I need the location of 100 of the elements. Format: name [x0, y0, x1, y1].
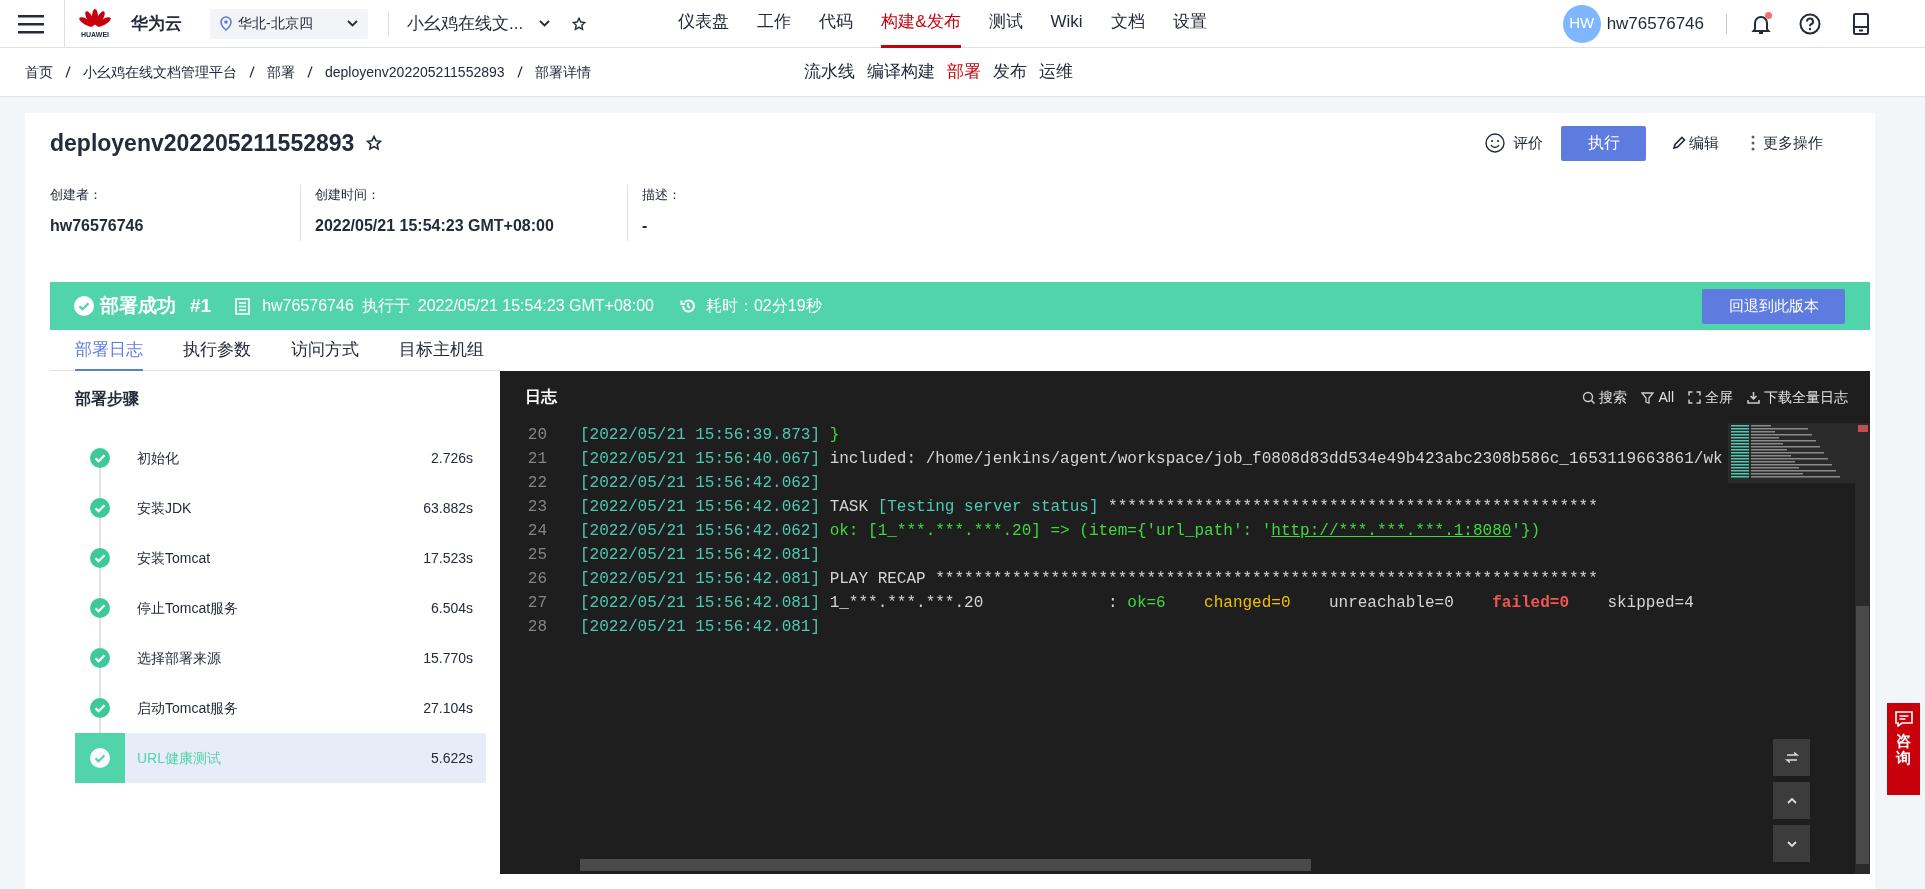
sub-nav-tab[interactable]: 流水线 [804, 59, 855, 85]
step-duration: 2.726s [430, 448, 473, 468]
step-row[interactable]: 启动Tomcat服务 27.104s [75, 683, 486, 733]
executor-name: hw76576746 [262, 296, 354, 316]
log-line: [2022/05/21 15:56:42.081] PLAY RECAP ********************************************************************* [580, 569, 1598, 590]
sub-nav-tab[interactable]: 编译构建 [867, 59, 935, 85]
log-line: [2022/05/21 15:56:42.081] [580, 617, 822, 638]
nav-tab[interactable]: 工作 [757, 0, 792, 48]
line-number: 28 [526, 617, 547, 638]
consult-button[interactable]: 咨询 [1887, 703, 1920, 795]
rollback-button[interactable]: 回退到此版本 [1702, 288, 1845, 324]
check-circle-icon [90, 448, 110, 468]
sub-nav-tab[interactable]: 运维 [1039, 59, 1073, 85]
tab[interactable]: 执行参数 [183, 330, 251, 371]
step-name: 初始化 [137, 448, 180, 468]
step-duration: 5.622s [430, 748, 473, 768]
executed-time: 2022/05/21 15:54:23 GMT+08:00 [417, 296, 654, 316]
edit-link[interactable]: 编辑 [1689, 131, 1719, 155]
line-number: 20 [526, 425, 547, 446]
step-row[interactable]: 停止Tomcat服务 6.504s [75, 583, 486, 633]
run-number: #1 [190, 293, 212, 318]
smiley-icon[interactable] [1485, 133, 1505, 153]
run-button[interactable]: 执行 [1561, 125, 1646, 161]
step-row[interactable]: 选择部署来源 15.770s [75, 633, 486, 683]
document-icon [235, 297, 251, 315]
nav-tab[interactable]: Wiki [1050, 0, 1083, 48]
nav-tab[interactable]: 代码 [819, 0, 854, 48]
tab[interactable]: 访问方式 [291, 330, 359, 371]
nav-tab[interactable]: 测试 [988, 0, 1023, 48]
tab[interactable]: 部署日志 [75, 330, 143, 371]
rate-link[interactable]: 评价 [1513, 131, 1543, 155]
brand-name: 华为云 [131, 12, 182, 35]
step-name: 安装Tomcat [137, 548, 212, 568]
field-value: - [642, 215, 649, 236]
log-line: [2022/05/21 15:56:42.062] TASK [Testing server status] *************************************************** [580, 497, 1598, 518]
breadcrumb-separator-icon [249, 66, 255, 78]
log-tool-button[interactable]: 全屏 [1688, 386, 1733, 408]
step-name: 安装JDK [137, 498, 193, 518]
nav-tab[interactable]: 设置 [1172, 0, 1207, 48]
check-circle-icon [90, 548, 110, 568]
field-value: 2022/05/21 15:54:23 GMT+08:00 [315, 215, 555, 236]
nav-tab[interactable]: 仪表盘 [678, 0, 730, 48]
more-vertical-icon[interactable] [1751, 135, 1755, 151]
step-row[interactable]: 初始化 2.726s [75, 433, 486, 483]
download-icon [1747, 390, 1760, 404]
star-icon[interactable] [572, 16, 587, 31]
step-duration: 6.504s [430, 598, 473, 618]
breadcrumb-separator-icon [307, 66, 313, 78]
menu-icon[interactable] [18, 13, 44, 34]
log-tool-button[interactable]: 下载全量日志 [1747, 386, 1848, 408]
search-icon [1582, 390, 1596, 404]
bell-icon[interactable] [1749, 11, 1773, 36]
check-circle-icon [90, 498, 110, 518]
device-icon[interactable] [1853, 12, 1869, 35]
line-number: 26 [526, 569, 547, 590]
tab[interactable]: 目标主机组 [399, 330, 484, 371]
nav-tab[interactable]: 文档 [1110, 0, 1145, 48]
log-line: [2022/05/21 15:56:42.062] [580, 473, 822, 494]
check-circle-icon [74, 296, 94, 316]
step-name: URL健康测试 [137, 748, 222, 768]
sub-nav-tab[interactable]: 部署 [947, 59, 981, 85]
project-select[interactable]: 小幺鸡在线文... [407, 10, 551, 37]
more-actions-link[interactable]: 更多操作 [1763, 131, 1823, 155]
breadcrumb-link[interactable]: 小幺鸡在线文档管理平台 [83, 61, 237, 83]
line-number: 27 [526, 593, 547, 614]
line-number: 24 [526, 521, 547, 542]
scrollbar-thumb[interactable] [580, 859, 1311, 871]
step-duration: 27.104s [423, 698, 473, 718]
log-title: 日志 [525, 387, 557, 407]
step-duration: 63.882s [423, 498, 473, 518]
log-line: [2022/05/21 15:56:42.062] ok: [1_***.***.***.20] => (item={'url_path': 'http://***.***.***.1:8080'}) [580, 521, 1541, 542]
check-circle-icon [90, 748, 110, 768]
star-icon[interactable] [366, 135, 383, 151]
help-icon[interactable] [1799, 12, 1821, 35]
page-title: deployenv202205211552893 [50, 128, 355, 158]
breadcrumb-link[interactable]: 首页 [25, 61, 53, 83]
log-tool-button[interactable]: All [1641, 386, 1674, 408]
field-label: 创建者： [50, 186, 103, 204]
chevron-down-icon [347, 20, 358, 27]
step-row[interactable]: 安装Tomcat 17.523s [75, 533, 486, 583]
log-tool-button[interactable]: 搜索 [1582, 386, 1628, 408]
log-line: [2022/05/21 15:56:39.873] } [580, 425, 840, 446]
log-scroll-button[interactable] [1773, 739, 1810, 776]
swap-icon [1783, 749, 1800, 766]
breadcrumb-link[interactable]: 部署 [267, 61, 295, 83]
duration-text: 耗时：02分19秒 [705, 296, 822, 316]
line-number: 22 [526, 473, 547, 494]
field-value: hw76576746 [50, 215, 145, 236]
step-duration: 17.523s [423, 548, 473, 568]
pencil-icon[interactable] [1672, 136, 1686, 150]
step-row[interactable]: 安装JDK 63.882s [75, 483, 486, 533]
step-name: 停止Tomcat服务 [137, 598, 240, 618]
scrollbar-thumb[interactable] [1856, 606, 1869, 864]
executed-label: 执行于 [361, 296, 410, 316]
user-name[interactable]: hw76576746 [1606, 10, 1704, 37]
minimap-drawing[interactable] [1728, 423, 1855, 483]
breadcrumb-link[interactable]: deployenv202205211552893 [325, 61, 505, 83]
region-select[interactable]: 华北-北京四 [210, 8, 368, 39]
step-row[interactable]: URL健康测试 5.622s [75, 733, 486, 783]
sub-nav-tab[interactable]: 发布 [993, 59, 1027, 85]
